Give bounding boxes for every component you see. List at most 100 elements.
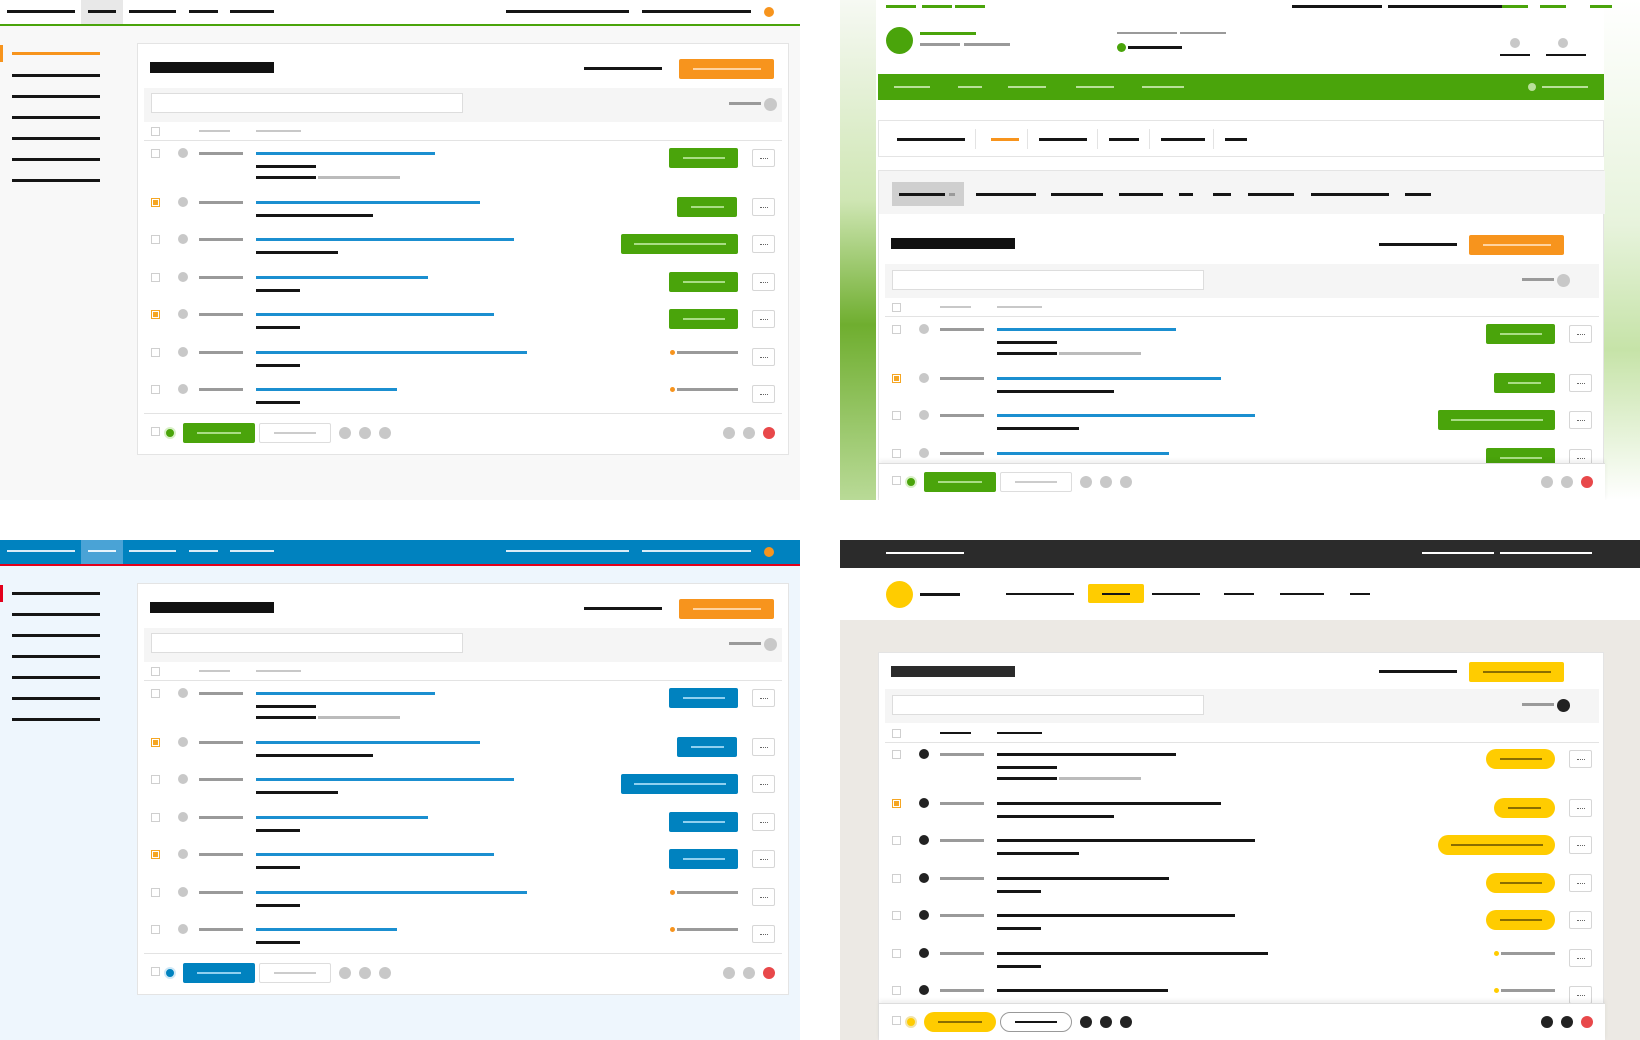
placeholder-line xyxy=(729,642,761,645)
primary-action-button[interactable] xyxy=(1469,235,1564,255)
delete-icon[interactable] xyxy=(763,967,775,979)
avatar-icon[interactable] xyxy=(1558,38,1568,48)
more-icon[interactable] xyxy=(752,775,775,793)
placeholder-line xyxy=(997,852,1079,855)
delete-icon[interactable] xyxy=(763,427,775,439)
bulk-action-button[interactable] xyxy=(924,1012,996,1032)
sidebar-item[interactable] xyxy=(12,179,100,182)
notification-dot-icon[interactable] xyxy=(764,547,774,557)
nav-link-right-1[interactable] xyxy=(506,10,629,13)
secondary-button[interactable] xyxy=(259,963,331,983)
secondary-button[interactable] xyxy=(1000,1012,1072,1032)
status-dot-icon xyxy=(1494,988,1499,993)
avatar-icon[interactable] xyxy=(1510,38,1520,48)
more-icon[interactable] xyxy=(752,813,775,831)
row-checkbox xyxy=(151,738,160,747)
status-dot-icon xyxy=(178,737,188,747)
more-icon[interactable] xyxy=(1569,836,1592,854)
placeholder-line xyxy=(12,634,100,637)
placeholder-line xyxy=(1350,593,1370,595)
more-icon[interactable] xyxy=(752,689,775,707)
nav-item-5[interactable] xyxy=(230,10,274,13)
tab-active[interactable] xyxy=(991,138,1019,141)
placeholder-line xyxy=(1542,86,1588,88)
more-icon[interactable] xyxy=(752,235,775,253)
row-checkbox xyxy=(892,729,901,738)
sidebar-item[interactable] xyxy=(12,95,100,98)
select-all-checkbox[interactable] xyxy=(151,127,160,136)
row-status-button[interactable] xyxy=(669,148,738,168)
placeholder-line xyxy=(199,670,230,672)
more-icon[interactable] xyxy=(752,310,775,328)
primary-action-button[interactable] xyxy=(1469,662,1564,682)
row-link[interactable] xyxy=(256,152,435,155)
delete-icon[interactable] xyxy=(1581,476,1593,488)
placeholder-line xyxy=(1224,593,1254,595)
placeholder-line xyxy=(940,377,984,380)
row-checkbox xyxy=(151,888,160,897)
divider xyxy=(144,413,782,414)
row-checkbox xyxy=(892,986,901,995)
search-input[interactable] xyxy=(892,270,1204,290)
more-icon[interactable] xyxy=(752,888,775,906)
primary-action-button[interactable] xyxy=(679,59,774,79)
more-icon[interactable] xyxy=(752,149,775,167)
placeholder-line xyxy=(964,43,1010,46)
bulk-action-button[interactable] xyxy=(183,963,255,983)
more-icon[interactable] xyxy=(1569,911,1592,929)
notification-dot-icon[interactable] xyxy=(764,7,774,17)
sidebar-item[interactable] xyxy=(12,116,100,119)
more-icon[interactable] xyxy=(752,850,775,868)
brand-logo[interactable] xyxy=(886,581,913,608)
placeholder-line xyxy=(997,914,1235,917)
placeholder-line xyxy=(940,414,984,417)
row-checkbox xyxy=(151,925,160,934)
bulk-action-button[interactable] xyxy=(183,423,255,443)
more-icon[interactable] xyxy=(752,273,775,291)
nav-item-1[interactable] xyxy=(7,10,75,13)
status-dot-icon xyxy=(905,1016,917,1028)
sidebar-item-active[interactable] xyxy=(12,52,100,55)
sidebar-item[interactable] xyxy=(12,158,100,161)
placeholder-line xyxy=(1051,193,1103,196)
placeholder-line xyxy=(12,655,100,658)
placeholder-line xyxy=(691,206,724,208)
search-input[interactable] xyxy=(892,695,1204,715)
more-icon[interactable] xyxy=(752,198,775,216)
primary-action-button[interactable] xyxy=(679,599,774,619)
placeholder-line xyxy=(1501,952,1555,955)
more-icon[interactable] xyxy=(1569,411,1592,429)
nav-item-4[interactable] xyxy=(189,10,218,13)
brand-logo[interactable] xyxy=(886,27,913,54)
more-icon[interactable] xyxy=(752,385,775,403)
more-icon[interactable] xyxy=(1569,949,1592,967)
more-icon[interactable] xyxy=(752,738,775,756)
secondary-button[interactable] xyxy=(1000,472,1072,492)
header-link[interactable] xyxy=(584,67,662,70)
nav-item-active[interactable] xyxy=(81,540,123,564)
sidebar-item[interactable] xyxy=(12,137,100,140)
more-icon[interactable] xyxy=(1569,874,1592,892)
more-icon[interactable] xyxy=(752,348,775,366)
search-input[interactable] xyxy=(151,633,463,653)
placeholder-line xyxy=(1379,670,1457,673)
top-nav xyxy=(0,540,800,566)
more-icon[interactable] xyxy=(1569,750,1592,768)
placeholder-line xyxy=(1483,671,1551,673)
sidebar-item[interactable] xyxy=(12,74,100,77)
delete-icon[interactable] xyxy=(1581,1016,1593,1028)
status-button xyxy=(1494,373,1555,393)
more-icon[interactable] xyxy=(1569,325,1592,343)
bulk-action-button[interactable] xyxy=(924,472,996,492)
placeholder-line xyxy=(940,328,984,331)
nav-link-right-2[interactable] xyxy=(642,10,751,13)
secondary-button[interactable] xyxy=(259,423,331,443)
more-icon[interactable] xyxy=(1569,374,1592,392)
search-input[interactable] xyxy=(151,93,463,113)
more-icon[interactable] xyxy=(1569,799,1592,817)
placeholder-line xyxy=(940,914,984,917)
top-nav xyxy=(0,0,800,26)
nav-item-3[interactable] xyxy=(129,10,176,13)
more-icon[interactable] xyxy=(752,925,775,943)
settings-icon[interactable] xyxy=(764,98,777,111)
